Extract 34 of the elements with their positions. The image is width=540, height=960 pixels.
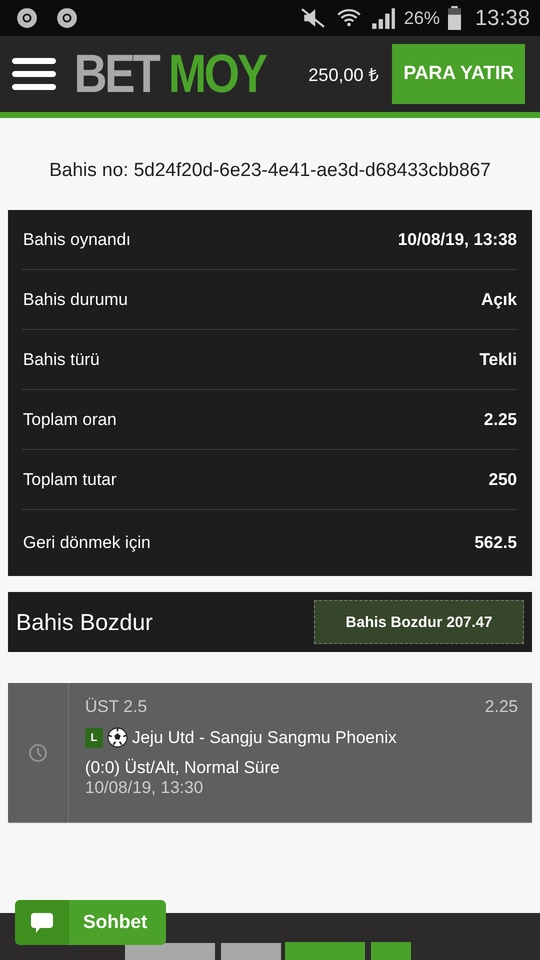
battery-icon	[448, 6, 461, 30]
bet-type: (0:0) Üst/Alt, Normal Süre	[85, 758, 281, 778]
odds: 2.25	[484, 697, 518, 717]
detail-value: 250	[488, 470, 517, 490]
detail-value: 10/08/19, 13:38	[398, 230, 517, 250]
clock-icon	[28, 742, 48, 762]
detail-label: Toplam tutar	[23, 470, 117, 490]
logo[interactable]: BET MOY	[74, 47, 266, 101]
detail-value: 2.25	[484, 410, 517, 430]
detail-label: Geri dönmek için	[23, 533, 151, 553]
live-badge: L	[85, 728, 103, 748]
cashout-title: Bahis Bozdur	[16, 608, 153, 636]
browser-icon	[56, 7, 78, 29]
detail-label: Toplam oran	[23, 410, 117, 430]
detail-label: Bahis türü	[23, 350, 100, 370]
detail-value: Açık	[481, 290, 517, 310]
battery-percent: 26%	[404, 8, 440, 28]
cashout-button[interactable]: Bahis Bozdur 207.47	[314, 600, 524, 644]
bet-number: Bahis no: 5d24f20d-6e23-4e41-ae3d-d68433cbb867	[48, 160, 492, 182]
chat-button[interactable]: Sohbet	[15, 900, 166, 945]
detail-label: Bahis durumu	[23, 290, 128, 310]
deposit-button[interactable]: PARA YATIR	[392, 44, 525, 104]
detail-value: 562.5	[474, 533, 517, 553]
match-date: 10/08/19, 13:30	[85, 778, 204, 798]
detail-value: Tekli	[480, 350, 517, 370]
detail-label: Bahis oynandı	[23, 230, 131, 250]
match-name: Jeju Utd - Sangju Sangmu Phoenix	[132, 728, 397, 748]
market-name: ÜST 2.5	[85, 697, 148, 717]
balance: 250,00 ₺	[308, 64, 378, 86]
clock: 13:38	[474, 5, 530, 31]
menu-icon[interactable]	[12, 58, 56, 90]
football-icon	[107, 727, 128, 748]
speech-bubble-icon	[30, 910, 54, 934]
browser-icon	[16, 7, 38, 29]
